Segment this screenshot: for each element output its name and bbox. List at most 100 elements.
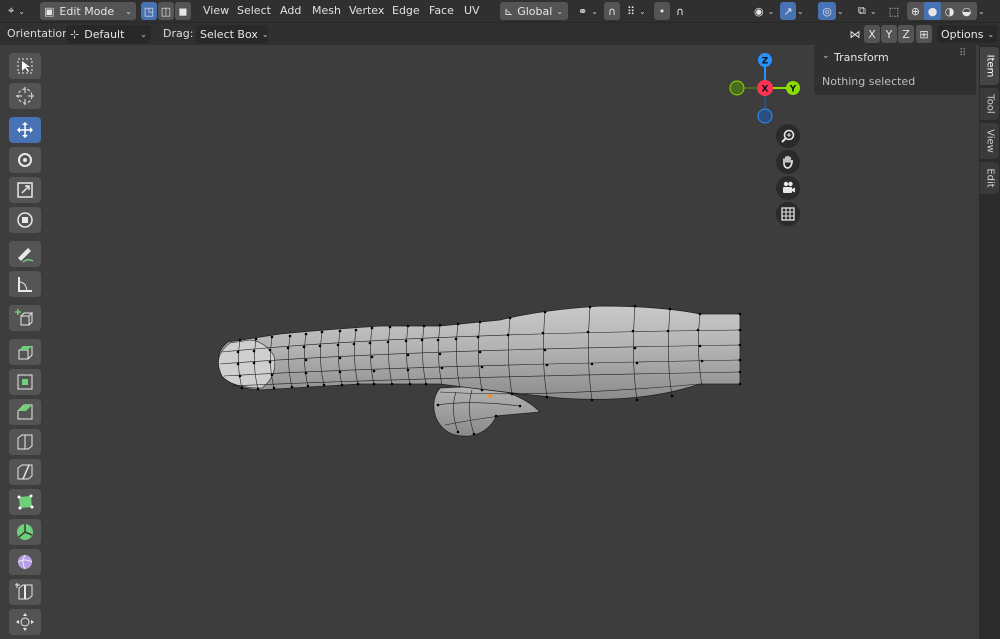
auto-merge-icon: ⊞ xyxy=(919,27,929,41)
magnet-icon: ∩ xyxy=(607,4,617,18)
mesh-object[interactable] xyxy=(200,290,760,450)
poly-build-tool[interactable] xyxy=(9,489,41,515)
mirror-y-button[interactable]: Y xyxy=(881,25,897,43)
shading-group: ⊕ ● ◑ ◒ xyxy=(907,2,977,20)
grid-icon xyxy=(781,207,795,221)
mode-dropdown[interactable]: ▣ Edit Mode ⌄ xyxy=(40,2,136,20)
menu-uv[interactable]: UV xyxy=(464,4,480,17)
shading-dropdown[interactable]: ⌄ xyxy=(978,2,994,20)
proportional-edit-icon: • xyxy=(658,4,666,18)
select-box-tool[interactable] xyxy=(9,53,41,79)
poly-build-icon xyxy=(17,494,34,510)
orientation-dropdown[interactable]: ⊹ Default ⌄ xyxy=(66,25,151,43)
auto-merge-button[interactable]: ⊞ xyxy=(916,25,932,43)
pan-button[interactable] xyxy=(776,150,800,174)
scale-tool[interactable] xyxy=(9,177,41,203)
gizmo-y-label[interactable]: Y xyxy=(789,85,797,95)
smooth-tool[interactable] xyxy=(9,549,41,575)
tab-edit[interactable]: Edit xyxy=(980,162,999,194)
menu-select[interactable]: Select xyxy=(237,4,271,17)
select-box-icon xyxy=(17,58,33,74)
wireframe-shading-icon[interactable]: ⊕ xyxy=(907,5,924,18)
menu-mesh[interactable]: Mesh xyxy=(312,4,341,17)
menu-face[interactable]: Face xyxy=(429,4,454,17)
snap-target-dropdown[interactable]: ⠿ ⌄ xyxy=(623,2,649,20)
measure-tool[interactable] xyxy=(9,271,41,297)
overlays-toggle[interactable]: ◎ xyxy=(818,2,836,20)
knife-tool[interactable] xyxy=(9,459,41,485)
gizmo-z-label[interactable]: Z xyxy=(762,57,769,67)
overlays-icon: ◎ xyxy=(822,4,832,18)
tab-item[interactable]: Item xyxy=(980,47,999,85)
mirror-x-button[interactable]: X xyxy=(864,25,880,43)
xray-toggle[interactable]: ⬚ xyxy=(886,2,902,20)
material-shading-icon[interactable]: ◑ xyxy=(941,5,958,18)
menu-view[interactable]: View xyxy=(203,4,229,17)
proportional-edit-toggle[interactable]: • xyxy=(654,2,670,20)
spin-icon xyxy=(17,524,33,540)
move-tool[interactable] xyxy=(9,117,41,143)
transform-tool[interactable] xyxy=(9,207,41,233)
gizmo-x-label[interactable]: X xyxy=(762,85,769,95)
xray-icon: ⬚ xyxy=(888,4,900,18)
inset-faces-tool[interactable] xyxy=(9,369,41,395)
solid-shading-icon[interactable]: ● xyxy=(924,2,941,20)
face-select-icon: ◼ xyxy=(178,4,188,18)
shrink-fatten-tool[interactable] xyxy=(9,609,41,635)
rotate-tool[interactable] xyxy=(9,147,41,173)
zoom-icon xyxy=(781,129,795,143)
zoom-button[interactable] xyxy=(776,124,800,148)
collapse-chevron-icon[interactable]: ⌄ xyxy=(822,51,830,61)
drag-label: Drag: xyxy=(163,27,194,40)
navigation-gizmo[interactable]: Z X Y xyxy=(726,50,804,126)
scale-icon xyxy=(17,182,33,198)
add-cube-icon xyxy=(15,309,34,326)
visibility-dropdown[interactable]: ◉ ⌄ xyxy=(750,2,776,20)
drag-handle-icon[interactable]: ⠿ xyxy=(959,48,966,59)
pivot-point-button[interactable]: ⚭ ⌄ xyxy=(574,2,600,20)
options-dropdown[interactable]: Options ⌄ xyxy=(937,25,997,43)
edge-select-button[interactable]: ◫ xyxy=(158,2,174,20)
link-icon: ⚭ xyxy=(578,4,588,18)
edge-slide-tool[interactable] xyxy=(9,579,41,605)
mirror-toggle[interactable]: ⋈ xyxy=(846,25,864,43)
hand-icon xyxy=(783,155,793,169)
spin-tool[interactable] xyxy=(9,519,41,545)
tab-tool[interactable]: Tool xyxy=(980,88,999,120)
snap-grid-icon: ⠿ xyxy=(627,4,636,18)
mirror-z-button[interactable]: Z xyxy=(898,25,914,43)
vertex-select-icon: ◳ xyxy=(143,4,155,18)
butterfly-icon: ⋈ xyxy=(849,27,861,41)
tab-view[interactable]: View xyxy=(980,123,999,159)
drag-dropdown[interactable]: Select Box ⌄ xyxy=(196,25,269,43)
mesh-edit-overlay-dropdown[interactable]: ⧉ ⌄ xyxy=(854,2,880,20)
mesh-overlay-icon: ⧉ xyxy=(858,4,866,17)
cursor-tool[interactable] xyxy=(9,83,41,109)
editor-type-button[interactable]: ⌖ ⌄ xyxy=(4,2,34,20)
falloff-dropdown[interactable]: ∩ xyxy=(672,2,698,20)
transform-orientation-dropdown[interactable]: ⊾ Global ⌄ xyxy=(500,2,568,20)
panel-title[interactable]: Transform xyxy=(834,51,889,64)
menu-vertex[interactable]: Vertex xyxy=(349,4,384,17)
bevel-tool[interactable] xyxy=(9,399,41,425)
orientation-axes-icon: ⊾ xyxy=(504,4,514,18)
loop-cut-icon xyxy=(17,434,33,450)
rendered-shading-icon[interactable]: ◒ xyxy=(958,5,975,18)
gizmo-toggle[interactable]: ↗ xyxy=(780,2,796,20)
extrude-tool[interactable] xyxy=(9,339,41,365)
face-select-button[interactable]: ◼ xyxy=(175,2,191,20)
annotate-tool[interactable] xyxy=(9,241,41,267)
add-cube-tool[interactable] xyxy=(9,305,41,331)
camera-view-button[interactable] xyxy=(776,176,800,200)
perspective-toggle-button[interactable] xyxy=(776,202,800,226)
menu-add[interactable]: Add xyxy=(280,4,301,17)
edge-slide-icon xyxy=(15,583,33,600)
gizmo-dropdown[interactable]: ⌄ xyxy=(797,2,811,20)
editor-type-icon: ⌖ xyxy=(8,4,15,17)
viewport-header: ⌖ ⌄ ▣ Edit Mode ⌄ ◳ ◫ ◼ View Select Add M… xyxy=(0,0,1000,23)
overlays-dropdown[interactable]: ⌄ xyxy=(837,2,851,20)
loop-cut-tool[interactable] xyxy=(9,429,41,455)
menu-edge[interactable]: Edge xyxy=(392,4,420,17)
snap-toggle[interactable]: ∩ xyxy=(604,2,620,20)
vertex-select-button[interactable]: ◳ xyxy=(141,2,157,20)
